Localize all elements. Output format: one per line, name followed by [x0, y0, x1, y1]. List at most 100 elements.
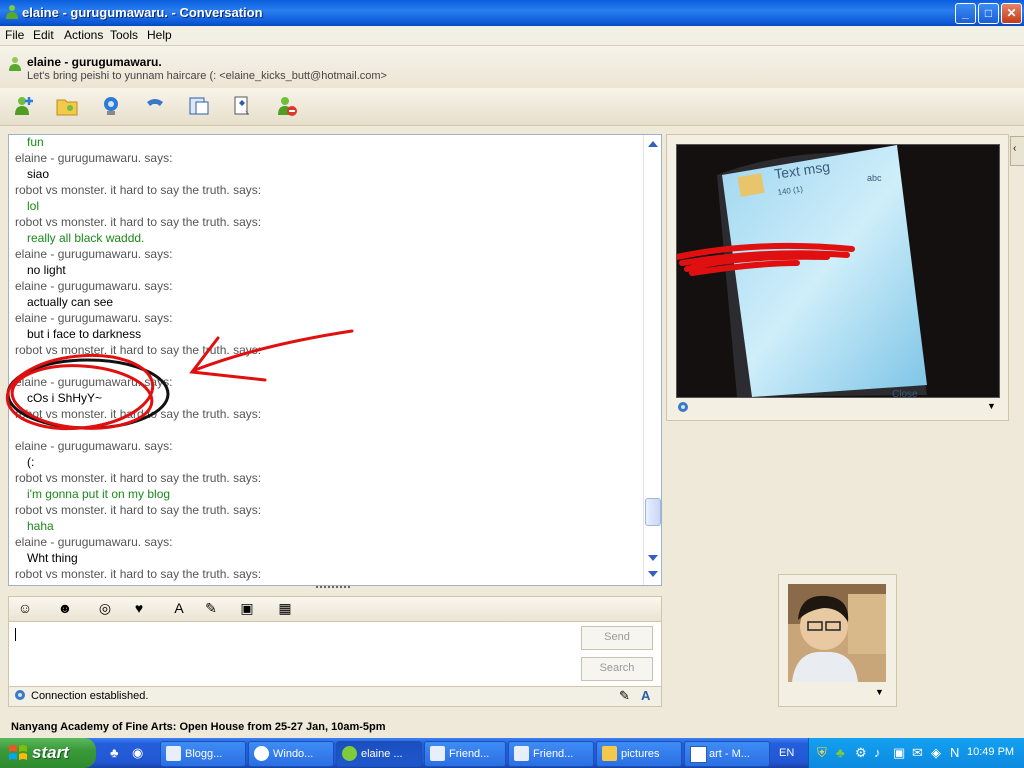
webcam-icon[interactable]	[676, 401, 690, 415]
quicklaunch-messenger-icon[interactable]: ♣	[110, 745, 119, 760]
resize-splitter[interactable]	[316, 586, 350, 592]
webcam-video: Text msg 140 (1) abc Close	[676, 144, 1000, 398]
gift-icon[interactable]: ▦	[275, 600, 295, 617]
messenger-icon	[342, 746, 357, 761]
antivirus-icon[interactable]: ◈	[931, 745, 941, 761]
task-friendster-2[interactable]: Friend...	[508, 741, 594, 767]
messenger-tray-icon[interactable]: ♣	[836, 745, 845, 760]
advertisement-bar[interactable]: Nanyang Academy of Fine Arts: Open House…	[0, 716, 1024, 738]
scroll-end-icon[interactable]	[648, 571, 658, 577]
background-icon[interactable]: ✎	[201, 600, 221, 617]
history-scrollbar[interactable]	[643, 135, 661, 585]
message-sender-line: robot vs monster. it hard to say the tru…	[15, 215, 262, 229]
task-label: elaine ...	[361, 748, 403, 760]
webcam-frame: Text msg 140 (1) abc Close	[677, 145, 999, 397]
window-title: elaine - gurugumawaru. - Conversation	[22, 5, 263, 20]
notes-icon[interactable]: N	[950, 745, 959, 760]
send-button[interactable]: Send	[581, 626, 653, 650]
scroll-thumb[interactable]	[645, 498, 661, 526]
message-text: no light	[27, 263, 66, 277]
language-indicator[interactable]: EN	[779, 747, 794, 759]
voice-clip-icon[interactable]: ♥	[129, 600, 149, 617]
message-sender-line: robot vs monster. it hard to say the tru…	[15, 407, 262, 421]
menu-file[interactable]: File	[5, 28, 24, 42]
user-avatar	[788, 584, 886, 682]
display-picture-options-icon[interactable]: ▼	[875, 687, 884, 697]
block-icon[interactable]	[275, 94, 299, 118]
message-input[interactable]: Send Search	[8, 621, 662, 687]
chevron-left-icon: ‹	[1013, 143, 1017, 154]
menu-edit[interactable]: Edit	[33, 28, 54, 42]
message-sender-line: robot vs monster. it hard to say the tru…	[15, 343, 262, 357]
message-sender-line: robot vs monster. it hard to say the tru…	[15, 567, 262, 581]
call-icon[interactable]	[143, 94, 167, 118]
collapse-pane-button[interactable]: ‹	[1010, 136, 1024, 166]
folder-icon	[602, 746, 617, 761]
window-title-bar[interactable]: elaine - gurugumawaru. - Conversation _ …	[0, 0, 1024, 26]
webcam-options-icon[interactable]: ▼	[987, 401, 996, 411]
connection-status-bar: Connection established. ✎ A	[8, 686, 662, 707]
task-blogger[interactable]: Blogg...	[160, 741, 246, 767]
minimize-button[interactable]: _	[955, 3, 976, 24]
contact-status-icon	[9, 57, 21, 71]
task-label: pictures	[621, 748, 660, 760]
message-sender-line: elaine - gurugumawaru. says:	[15, 247, 173, 261]
wink-icon[interactable]: ☻	[55, 600, 75, 617]
menu-help[interactable]: Help	[147, 28, 172, 42]
messenger-buddy-icon	[6, 5, 18, 19]
close-button[interactable]: ✕	[1001, 3, 1022, 24]
message-sender-line: elaine - gurugumawaru. says:	[15, 279, 173, 293]
security-shield-icon[interactable]: ⛨	[817, 745, 827, 761]
contact-header: elaine - gurugumawaru. Let's bring peish…	[0, 45, 1024, 88]
quicklaunch-media-icon[interactable]: ◉	[132, 745, 143, 761]
start-button[interactable]: start	[0, 738, 96, 768]
picture-icon[interactable]: ▣	[237, 600, 257, 617]
task-friendster-1[interactable]: Friend...	[424, 741, 506, 767]
message-text: actually can see	[27, 295, 114, 309]
search-button[interactable]: Search	[581, 657, 653, 681]
activities-icon[interactable]	[187, 94, 211, 118]
browser-icon	[430, 746, 445, 761]
task-label: Windo...	[273, 748, 314, 760]
video-call-icon[interactable]	[99, 94, 123, 118]
message-sender-line: robot vs monster. it hard to say the tru…	[15, 471, 262, 485]
updates-icon[interactable]: ✉	[912, 745, 923, 761]
message-sender-line: elaine - gurugumawaru. says:	[15, 151, 173, 165]
handwriting-icon[interactable]: ✎	[619, 688, 630, 704]
emoticon-icon[interactable]: ☺	[15, 600, 35, 617]
clock[interactable]: 10:49 PM	[967, 746, 1014, 758]
message-text: cOs i ShHyY~	[27, 391, 103, 405]
display-picture[interactable]	[788, 584, 886, 682]
scroll-down-icon[interactable]	[648, 555, 658, 561]
maximize-button[interactable]: □	[978, 3, 999, 24]
share-files-icon[interactable]	[55, 94, 79, 118]
message-sender-line: robot vs monster. it hard to say the tru…	[15, 183, 262, 197]
message-sender-line: robot vs monster. it hard to say the tru…	[15, 503, 262, 517]
message-text: i'm gonna put it on my blog	[27, 487, 171, 501]
invite-contact-icon[interactable]	[12, 94, 36, 118]
task-elaine-conversation[interactable]: elaine ...	[336, 741, 422, 767]
menu-tools[interactable]: Tools	[110, 28, 138, 42]
text-mode-icon[interactable]: A	[641, 688, 650, 703]
conversation-toolbar	[0, 88, 1024, 126]
compose-toolbar: ☺ ☻ ◎ ♥ A ✎ ▣ ▦	[8, 596, 662, 622]
nudge-icon[interactable]: ◎	[95, 600, 115, 617]
menu-actions[interactable]: Actions	[64, 28, 103, 42]
taskbar: start ♣ ◉ Blogg... Windo... elaine ... F…	[0, 738, 1024, 768]
font-icon[interactable]: A	[169, 600, 189, 617]
volume-icon[interactable]: ♪	[874, 745, 881, 760]
scroll-up-icon[interactable]	[648, 141, 658, 147]
games-icon[interactable]	[231, 94, 255, 118]
task-windows-media[interactable]: Windo...	[248, 741, 334, 767]
advertisement-text[interactable]: Nanyang Academy of Fine Arts: Open House…	[11, 721, 386, 733]
display-icon[interactable]: ▣	[893, 745, 905, 761]
message-text: (:	[27, 455, 35, 469]
message-text: but i face to darkness	[27, 327, 142, 341]
chat-history[interactable]: fun elaine - gurugumawaru. says: siao robot…	[8, 134, 662, 586]
task-pictures-folder[interactable]: pictures	[596, 741, 682, 767]
contact-name: elaine - gurugumawaru.	[27, 55, 162, 69]
network-icon[interactable]: ⚙	[855, 745, 867, 761]
message-sender-line: elaine - gurugumawaru. says:	[15, 375, 173, 389]
media-player-icon	[254, 746, 269, 761]
task-art-word[interactable]: art - M...	[684, 741, 770, 767]
